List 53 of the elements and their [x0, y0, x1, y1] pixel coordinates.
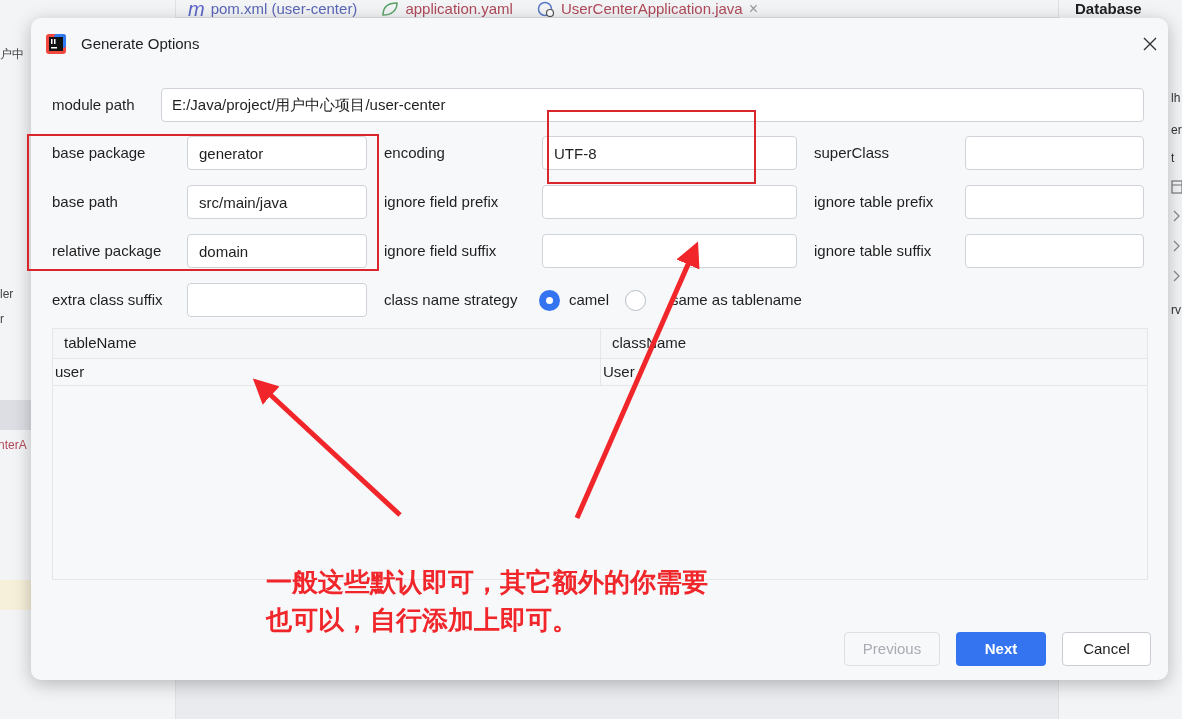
- chevron-icon[interactable]: [1173, 240, 1181, 252]
- tree-item[interactable]: t: [1171, 150, 1175, 166]
- input-field[interactable]: [542, 234, 797, 268]
- field-label: module path: [52, 94, 136, 115]
- field-label: base path: [52, 191, 119, 212]
- editor-tab[interactable]: m pom.xml (user-center): [188, 0, 358, 18]
- input-field[interactable]: [965, 234, 1144, 268]
- annotation-text: 一般这些默认即可，其它额外的你需要 也可以，自行添加上即可。: [266, 566, 708, 637]
- table-cell-text: User: [602, 361, 636, 382]
- field-label: class name strategy: [384, 289, 519, 310]
- input-field[interactable]: [542, 185, 797, 219]
- tree-item[interactable]: r: [0, 311, 4, 327]
- field-label: superClass: [814, 142, 891, 163]
- table-icon: [1171, 180, 1182, 194]
- next-button[interactable]: Next: [956, 632, 1046, 666]
- tree-item[interactable]: rv: [1171, 302, 1181, 318]
- field-label: base package: [52, 142, 147, 163]
- table-cell: user: [53, 359, 601, 385]
- dialog-title: Generate Options: [81, 33, 201, 54]
- input-field[interactable]: E:/Java/project/用户中心项目/user-center: [161, 88, 1144, 122]
- input-field[interactable]: domain: [187, 234, 367, 268]
- field-label: ignore table suffix: [814, 240, 933, 261]
- app-logo-icon: [46, 34, 66, 54]
- row-highlight: [0, 580, 31, 610]
- field-label: ignore field suffix: [384, 240, 498, 261]
- leaf-icon: [381, 1, 400, 17]
- radio-label[interactable]: camel: [569, 288, 609, 312]
- chevron-icon[interactable]: [1173, 210, 1181, 222]
- editor-tab[interactable]: application.yaml: [381, 0, 513, 18]
- input-field[interactable]: src/main/java: [187, 185, 367, 219]
- input-field[interactable]: [187, 283, 367, 317]
- input-field[interactable]: [965, 185, 1144, 219]
- file-type-icon: m: [188, 1, 205, 17]
- field-label: extra class suffix: [52, 289, 164, 310]
- input-field[interactable]: UTF-8: [542, 136, 797, 170]
- field-label: relative package: [52, 240, 163, 261]
- input-field[interactable]: [965, 136, 1144, 170]
- editor-tab[interactable]: UserCenterApplication.java ×: [536, 0, 759, 18]
- radio-button[interactable]: [625, 289, 646, 311]
- tree-item[interactable]: er: [1171, 122, 1182, 138]
- tree-item[interactable]: ler: [0, 286, 14, 302]
- field-label: ignore table prefix: [814, 191, 935, 212]
- field-label: ignore field prefix: [384, 191, 500, 212]
- radio-button[interactable]: [539, 289, 560, 311]
- field-label: encoding: [384, 142, 446, 163]
- tool-window-title[interactable]: Database: [1075, 0, 1142, 17]
- dialog-button[interactable]: Cancel: [1062, 632, 1151, 666]
- chevron-icon[interactable]: [1173, 270, 1181, 282]
- close-button[interactable]: [1142, 36, 1158, 52]
- column-header[interactable]: tableName: [53, 329, 601, 358]
- tree-item[interactable]: lh: [1171, 90, 1181, 106]
- tree-item[interactable]: 户中: [0, 46, 24, 62]
- input-field[interactable]: generator: [187, 136, 367, 170]
